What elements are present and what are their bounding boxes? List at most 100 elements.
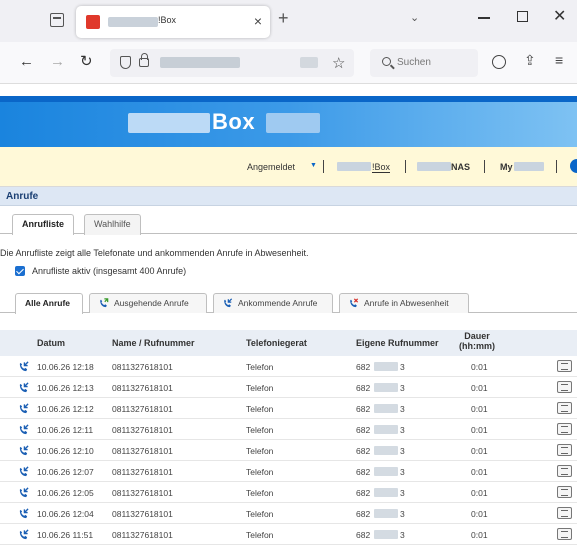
cell-dauer: 0:01: [471, 425, 488, 435]
tab-anrufliste[interactable]: Anrufliste: [12, 214, 75, 235]
cell-telefoniegeraet: Telefon: [246, 530, 274, 540]
table-row[interactable]: 10.06.26 12:05 081132761810​1 Telefon 682 3 0…: [0, 482, 577, 503]
cell-name[interactable]: 081132761810​1: [112, 446, 173, 456]
share-icon[interactable]: ⇪: [524, 52, 536, 69]
description-text: Die Anrufliste zeigt alle Telefonate und…: [0, 248, 309, 258]
table-row[interactable]: 10.06.26 12:13 081132761810​1 Telefon 682 3 0…: [0, 377, 577, 398]
call-icon: [19, 403, 29, 414]
phonebook-icon[interactable]: [557, 402, 572, 414]
phonebook-icon[interactable]: [557, 360, 572, 372]
table-row[interactable]: 10.06.26 12:11 081132761810​1 Telefon 682 3 0…: [0, 419, 577, 440]
tab-title: !Box: [158, 15, 177, 25]
column-header-datum[interactable]: Datum: [37, 338, 65, 348]
phonebook-icon[interactable]: [557, 444, 572, 456]
section-title: Anrufe: [6, 191, 39, 202]
cell-telefoniegeraet: Telefon: [246, 467, 274, 477]
tab-alle-anrufe[interactable]: Alle Anrufe: [15, 293, 83, 314]
number-redacted: [374, 467, 398, 476]
window-minimize-button[interactable]: [478, 17, 490, 19]
user-menu[interactable]: Angemeldet: [247, 162, 295, 172]
tab-anrufe-in-abwesenheit[interactable]: Anrufe in Abwesenheit: [339, 293, 469, 313]
reload-icon[interactable]: ↻: [80, 52, 93, 70]
cell-eigene-suffix: 3: [400, 404, 405, 414]
cell-name[interactable]: 081132761810​1: [112, 425, 173, 435]
number-redacted: [374, 446, 398, 455]
window-maximize-button[interactable]: [517, 11, 528, 22]
link-redacted: [514, 162, 544, 171]
phonebook-icon[interactable]: [557, 486, 572, 498]
account-icon[interactable]: [492, 55, 506, 69]
lock-icon[interactable]: [139, 53, 149, 67]
cell-telefoniegeraet: Telefon: [246, 362, 274, 372]
brand-banner: Box: [0, 102, 577, 147]
number-redacted: [374, 425, 398, 434]
forward-arrow-icon[interactable]: →: [50, 53, 65, 70]
table-row[interactable]: 10.06.26 12:10 081132761810​1 Telefon 682 3 0…: [0, 440, 577, 461]
phonebook-icon[interactable]: [557, 423, 572, 435]
cell-name[interactable]: 081132761810​1: [112, 404, 173, 414]
cell-dauer: 0:01: [471, 488, 488, 498]
back-arrow-icon[interactable]: ←: [19, 53, 34, 70]
link-box[interactable]: !Box: [372, 162, 391, 173]
cell-eigene-suffix: 3: [400, 362, 405, 372]
cell-eigene-prefix: 682: [356, 404, 371, 414]
cell-eigene-suffix: 3: [400, 467, 405, 477]
table-row[interactable]: 10.06.26 12:04 081132761810​1 Telefon 682 3 0…: [0, 503, 577, 524]
link-my[interactable]: My: [500, 162, 513, 172]
cell-dauer: 0:01: [471, 509, 488, 519]
cell-telefoniegeraet: Telefon: [246, 383, 274, 393]
column-header-eigene-rufnummer[interactable]: Eigene Rufnummer: [356, 338, 439, 348]
star-icon[interactable]: ☆: [332, 54, 345, 72]
browser-nav-bar: ← → ↻ ☆ Suchen ⇪ ≡: [0, 42, 577, 84]
phonebook-icon[interactable]: [557, 465, 572, 477]
cell-name[interactable]: 081132761810​1: [112, 383, 173, 393]
page-content: Box Angemeldet ▼ !Box NAS My Anrufe Anru…: [0, 84, 577, 547]
browser-tab[interactable]: !Box ×: [76, 6, 270, 38]
table-row[interactable]: 10.06.26 11:51 081132761810​1 Telefon 682 3 0…: [0, 524, 577, 545]
column-header-dauer[interactable]: Dauer (hh:mm): [459, 331, 495, 351]
phonebook-icon[interactable]: [557, 507, 572, 519]
search-input[interactable]: Suchen: [370, 49, 478, 77]
url-redacted: [160, 57, 240, 68]
tab-wahlhilfe[interactable]: Wahlhilfe: [84, 214, 141, 235]
cell-name[interactable]: 081132761810​1: [112, 488, 173, 498]
extensions-icon[interactable]: ≡: [555, 52, 563, 68]
call-icon: [19, 466, 29, 477]
cell-name[interactable]: 081132761810​1: [112, 467, 173, 477]
tab-close-icon[interactable]: ×: [254, 13, 262, 29]
tab-ausgehende-anrufe[interactable]: Ausgehende Anrufe: [89, 293, 207, 313]
cell-datum: 10.06.26 12:13: [37, 383, 94, 393]
anrufliste-aktiv-checkbox[interactable]: [15, 266, 25, 276]
tab-label: Ankommende Anrufe: [238, 298, 318, 308]
tab-list-dropdown-icon[interactable]: ⌄: [410, 11, 419, 24]
link-nas[interactable]: NAS: [451, 162, 470, 172]
chevron-down-icon[interactable]: ▼: [310, 162, 317, 169]
address-bar[interactable]: ☆: [110, 49, 354, 77]
tracking-shield-icon[interactable]: [120, 56, 131, 69]
phonebook-icon[interactable]: [557, 381, 572, 393]
new-tab-button[interactable]: +: [278, 8, 289, 29]
table-row[interactable]: 10.06.26 12:12 081132761810​1 Telefon 682 3 0…: [0, 398, 577, 419]
logo-redacted: [128, 113, 210, 133]
cell-name[interactable]: 081132761810​1: [112, 530, 173, 540]
cell-name[interactable]: 081132761810​1: [112, 509, 173, 519]
help-icon[interactable]: [570, 159, 577, 173]
table-header: Datum Name / Rufnummer Telefoniegerat Ei…: [0, 330, 577, 356]
cell-telefoniegeraet: Telefon: [246, 488, 274, 498]
cell-eigene-prefix: 682: [356, 362, 371, 372]
checkbox-label: Anrufliste aktiv (insgesamt 400 Anrufe): [32, 266, 187, 276]
window-close-button[interactable]: ✕: [553, 6, 566, 26]
cell-name[interactable]: 081132761810​1: [112, 362, 173, 372]
table-row[interactable]: 10.06.26 12:18 081132761810​1 Telefon 682 3 0…: [0, 356, 577, 377]
cell-eigene-suffix: 3: [400, 446, 405, 456]
tab-title-redacted: [108, 17, 158, 27]
column-header-name[interactable]: Name / Rufnummer: [112, 338, 195, 348]
tab-ankommende-anrufe[interactable]: Ankommende Anrufe: [213, 293, 333, 313]
cell-eigene-prefix: 682: [356, 425, 371, 435]
phonebook-icon[interactable]: [557, 528, 572, 540]
table-row[interactable]: 10.06.26 12:07 081132761810​1 Telefon 682 3 0…: [0, 461, 577, 482]
call-icon: [19, 424, 29, 435]
cell-eigene-suffix: 3: [400, 425, 405, 435]
column-header-telefoniegeraet[interactable]: Telefoniegerat: [246, 338, 307, 348]
tab-list-icon[interactable]: [50, 13, 64, 27]
